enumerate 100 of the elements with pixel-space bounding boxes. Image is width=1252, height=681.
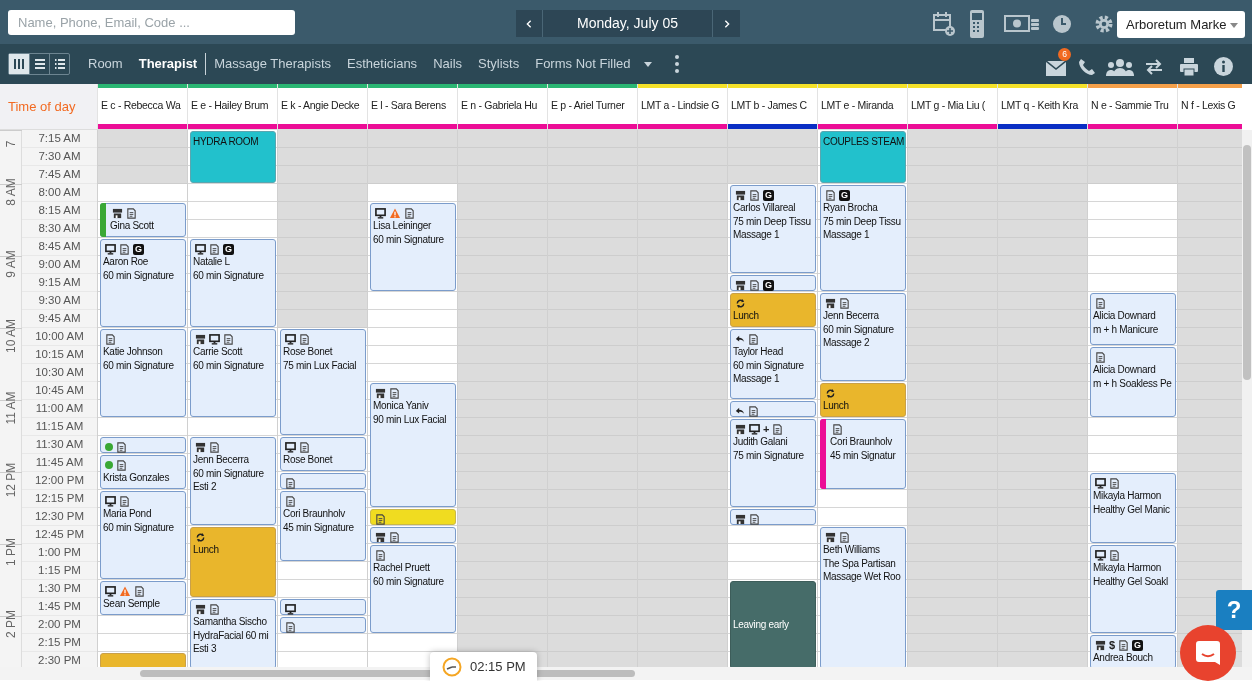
appointment-card[interactable]: Maria Pond 60 min Signature — [100, 491, 186, 579]
appointment-title: Beth Williams — [823, 543, 881, 557]
search-field[interactable]: Name, Phone, Email, Code ... — [8, 9, 295, 35]
appointment-card[interactable]: + Judith Galani 75 min Signature — [730, 419, 816, 507]
note-icon — [134, 585, 145, 597]
card-reader-icon[interactable] — [968, 9, 986, 39]
staff-column-header[interactable]: LMT e - Miranda — [821, 98, 894, 114]
appointment-title: HYDRA ROOM — [193, 135, 260, 149]
note-icon — [285, 621, 296, 633]
appointment-card[interactable]: Monica Yaniv 90 min Lux Facial — [370, 383, 456, 507]
room-block[interactable]: HYDRA ROOM — [190, 131, 276, 183]
appointment-title: Jenn Becerra — [823, 309, 880, 323]
appointment-title: Aaron Roe — [103, 255, 150, 269]
filter-tab[interactable]: Massage Therapists — [206, 53, 340, 75]
more-options-icon[interactable] — [674, 54, 679, 74]
time-label: 8:15 AM — [38, 202, 81, 218]
print-icon[interactable] — [1180, 57, 1198, 76]
settings-icon[interactable] — [1094, 14, 1114, 34]
lunch-block[interactable]: Lunch — [820, 383, 906, 417]
time-label: 8:00 AM — [38, 184, 81, 200]
hold-block[interactable] — [370, 509, 456, 525]
store-icon — [112, 207, 123, 219]
appointment-card[interactable]: Rose Bonet — [280, 437, 366, 471]
appointment-card[interactable]: G Natalie L 60 min Signature — [190, 239, 276, 327]
clock-icon[interactable] — [1052, 14, 1072, 34]
appointment-card[interactable]: Taylor Head 60 min Signature Massage 1 — [730, 329, 816, 399]
appointment-card[interactable]: Alicia Downard m + h Soakless Pe — [1090, 347, 1176, 417]
staff-column-header[interactable]: LMT b - James C — [731, 98, 807, 114]
appointment-card[interactable]: Beth Williams The Spa Partisan Massage Wet Roo — [820, 527, 906, 667]
appointment-card[interactable]: Jenn Becerra 60 min Signature Massage 2 — [820, 293, 906, 381]
appointment-card[interactable]: Alicia Downard m + h Manicure — [1090, 293, 1176, 345]
phone-icon[interactable] — [1078, 57, 1096, 76]
cash-icon[interactable] — [1004, 13, 1040, 35]
info-icon[interactable] — [1214, 57, 1233, 76]
monitor-icon — [1095, 477, 1106, 489]
calendar-plus-icon[interactable] — [932, 11, 956, 37]
lunch-block[interactable]: Lunch — [730, 293, 816, 327]
filter-tab[interactable]: Forms Not Filled — [527, 53, 639, 75]
appointment-detail: Healthy Gel Manic — [1093, 502, 1171, 516]
caret-down-icon[interactable] — [642, 60, 653, 68]
appointment-card[interactable]: Mikayla Harmon Healthy Gel Manic — [1090, 473, 1176, 543]
staff-column-header[interactable]: E c - Rebecca Wa — [101, 98, 181, 114]
appointment-card[interactable]: G Ryan Brocha 75 min Deep Tissu Massage 1 — [820, 185, 906, 291]
appointment-card[interactable]: G Carlos Villareal 75 min Deep Tissu Massage 1 — [730, 185, 816, 273]
note-icon — [285, 477, 296, 489]
lunch-block[interactable]: Lunch — [190, 527, 276, 597]
staff-column-header[interactable]: N f - Lexis G — [1181, 98, 1236, 114]
appointment-card[interactable] — [370, 527, 456, 543]
appointment-card[interactable]: G Aaron Roe 60 min Signature — [100, 239, 186, 327]
filter-tab[interactable]: Nails — [425, 53, 471, 75]
vertical-scrollbar[interactable] — [1242, 130, 1252, 667]
staff-column-header[interactable]: LMT g - Mia Liu ( — [911, 98, 986, 114]
appointment-card[interactable] — [730, 509, 816, 525]
staff-column-header[interactable]: LMT q - Keith Kra — [1001, 98, 1078, 114]
appointment-card[interactable]: G — [730, 275, 816, 291]
room-block[interactable]: COUPLES STEAM — [820, 131, 906, 183]
store-icon — [825, 297, 836, 309]
appointment-card[interactable]: Carrie Scott 60 min Signature — [190, 329, 276, 417]
appointment-card[interactable]: $ G Andrea Bouch — [1090, 635, 1176, 667]
appointment-card[interactable]: Krista Gonzales — [100, 455, 186, 489]
warning-icon — [389, 207, 401, 219]
envelope-icon[interactable] — [1046, 60, 1066, 76]
filter-tab[interactable]: Stylists — [470, 53, 528, 75]
people-icon[interactable] — [1106, 57, 1134, 76]
note-icon — [299, 333, 310, 345]
monitor-icon — [1095, 549, 1106, 561]
note-icon — [119, 243, 130, 255]
monitor-icon — [749, 423, 760, 435]
appointment-card[interactable]: Rachel Pruett 60 min Signature — [370, 545, 456, 633]
staff-column-header[interactable]: E n - Gabriela Hu — [461, 98, 538, 114]
staff-column-header[interactable]: E k - Angie Decke — [281, 98, 360, 114]
refresh-icon — [825, 387, 836, 399]
appointment-card[interactable]: Cori Braunholv 45 min Signature — [280, 491, 366, 561]
staff-column-header[interactable]: E l - Sara Berens — [371, 98, 446, 114]
time-label: 1:45 PM — [38, 598, 81, 614]
time-off-block[interactable]: Leaving early — [730, 581, 816, 667]
help-button[interactable]: ? — [1216, 590, 1252, 630]
staff-column-header[interactable]: E p - Ariel Turner — [551, 98, 625, 114]
view-mode-button[interactable] — [9, 54, 29, 74]
appointment-detail: Esti 2 — [193, 480, 218, 494]
appointment-card[interactable]: Lisa Leininger 60 min Signature — [370, 203, 456, 291]
appointment-detail: 90 min Lux Facial — [373, 412, 448, 426]
filter-tab[interactable]: Estheticians — [339, 53, 426, 75]
location-select[interactable]: Arboretum Marke — [1117, 11, 1245, 38]
filter-tab[interactable]: Therapist — [130, 53, 207, 75]
staff-column-header[interactable]: E e - Hailey Brum — [191, 98, 269, 114]
staff-column-header[interactable]: N e - Sammie Tru — [1091, 98, 1169, 114]
appointment-card[interactable]: Mikayla Harmon Healthy Gel Soakl — [1090, 545, 1176, 633]
note-icon — [223, 333, 234, 345]
swap-arrows-icon[interactable] — [1144, 58, 1164, 75]
staff-column-header[interactable]: LMT a - Lindsie G — [641, 98, 720, 114]
appointment-card[interactable]: Katie Johnson 60 min Signature — [100, 329, 186, 417]
appointment-card[interactable]: Sean Semple — [100, 581, 186, 615]
filter-tab[interactable]: Room — [80, 53, 131, 75]
appointment-card[interactable] — [280, 599, 366, 615]
appointment-card[interactable]: Jenn Becerra 60 min Signature Esti 2 — [190, 437, 276, 525]
appointment-card[interactable]: Samantha Sischo HydraFacial 60 mi Esti 3 — [190, 599, 276, 667]
appointment-card[interactable]: Rose Bonet 75 min Lux Facial — [280, 329, 366, 435]
appointment-card[interactable] — [730, 401, 816, 417]
appointment-title: Mikayla Harmon — [1093, 561, 1163, 575]
